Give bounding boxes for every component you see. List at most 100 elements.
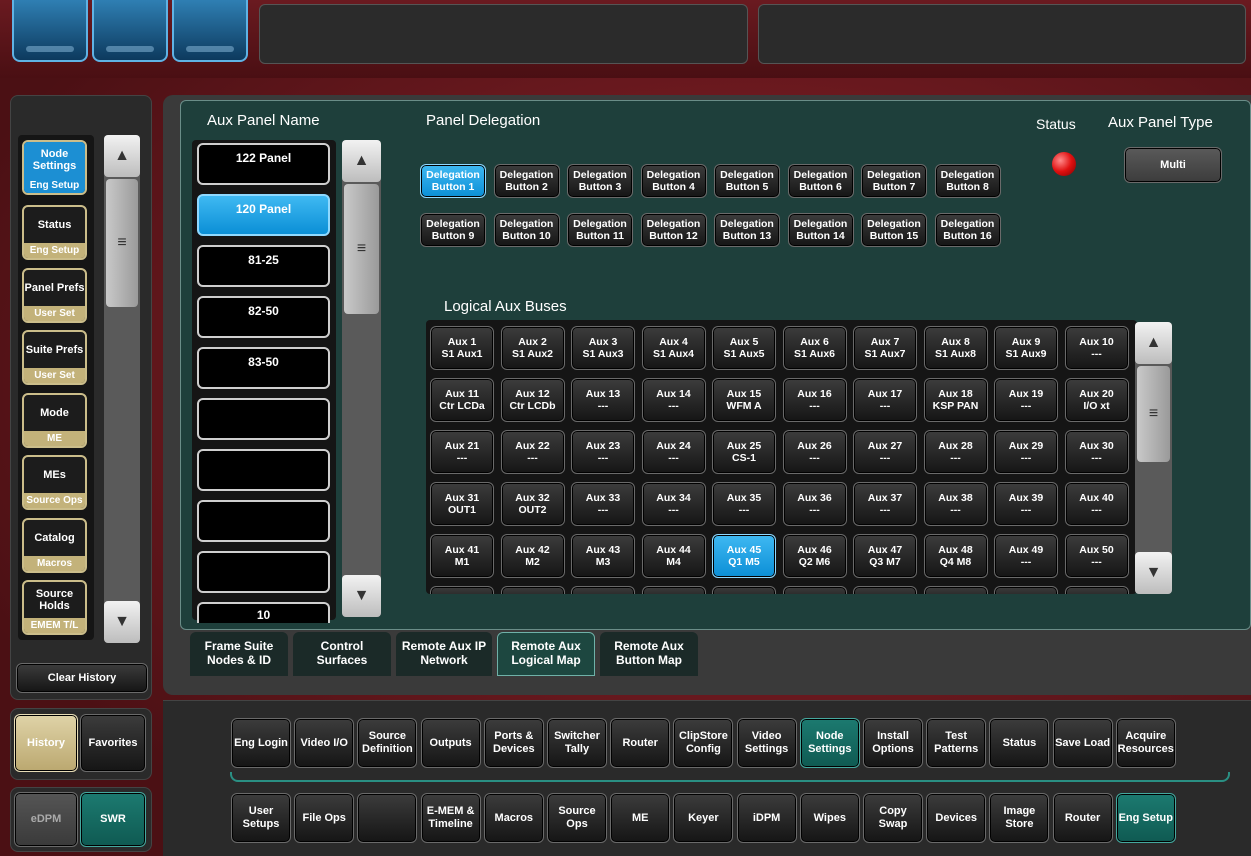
aux-bus-button[interactable]: Aux 37 ---	[853, 482, 917, 526]
delegation-button-2[interactable]: Delegation Button 2	[493, 164, 560, 198]
aux-bus-button[interactable]: Aux 41 M1	[430, 534, 494, 578]
aux-bus-button[interactable]: Aux 5 S1 Aux5	[712, 326, 776, 370]
aux-panel-name-item[interactable]: 81-25	[197, 245, 330, 287]
history-scrollbar[interactable]: ▲ ≡ ▼	[104, 135, 140, 643]
aux-bus-button[interactable]: Aux 28 ---	[923, 430, 988, 474]
menu-button-eng-setup[interactable]: Eng Setup	[1115, 793, 1176, 843]
aux-bus-button[interactable]: Aux 14 ---	[641, 378, 706, 422]
aux-bus-button-partial[interactable]	[853, 586, 917, 594]
aux-panel-name-item[interactable]: 82-50	[197, 296, 330, 338]
menu-button-empty[interactable]	[357, 793, 418, 843]
menu-button-source-ops[interactable]: Source Ops	[547, 793, 607, 843]
history-item-panel-prefs[interactable]: Panel Prefs User Set	[22, 268, 87, 323]
history-scroll-down-button[interactable]: ▼	[104, 601, 140, 643]
aux-bus-button-partial[interactable]	[641, 586, 706, 594]
aux-bus-button[interactable]: Aux 47 Q3 M7	[853, 534, 917, 578]
menu-button-clipstore-config[interactable]: ClipStore Config	[673, 718, 734, 768]
menu-button-video-i-o[interactable]: Video I/O	[294, 718, 355, 768]
top-shortcut-button-1[interactable]	[12, 0, 88, 62]
menu-button-video-settings[interactable]: Video Settings	[736, 718, 797, 768]
panel-scroll-up-button[interactable]: ▲	[342, 140, 381, 182]
aux-bus-button[interactable]: Aux 4 S1 Aux4	[641, 326, 706, 370]
aux-bus-button[interactable]: Aux 27 ---	[853, 430, 917, 474]
history-scroll-thumb[interactable]: ≡	[106, 179, 138, 307]
aux-bus-button[interactable]: Aux 2 S1 Aux2	[500, 326, 565, 370]
aux-bus-button[interactable]: Aux 40 ---	[1064, 482, 1129, 526]
aux-bus-button[interactable]: Aux 48 Q4 M8	[923, 534, 988, 578]
delegation-button-1[interactable]: Delegation Button 1	[420, 164, 486, 198]
history-item-status[interactable]: Status Eng Setup	[22, 205, 87, 260]
aux-bus-button[interactable]: Aux 34 ---	[641, 482, 706, 526]
delegation-button-16[interactable]: Delegation Button 16	[934, 213, 1001, 247]
delegation-button-10[interactable]: Delegation Button 10	[493, 213, 560, 247]
aux-bus-button[interactable]: Aux 21 ---	[430, 430, 494, 474]
aux-bus-button[interactable]: Aux 33 ---	[571, 482, 635, 526]
menu-button-me[interactable]: ME	[610, 793, 671, 843]
delegation-button-3[interactable]: Delegation Button 3	[567, 164, 633, 198]
delegation-button-6[interactable]: Delegation Button 6	[787, 164, 854, 198]
menu-button-keyer[interactable]: Keyer	[673, 793, 734, 843]
menu-button-switcher-tally[interactable]: Switcher Tally	[547, 718, 607, 768]
aux-bus-button[interactable]: Aux 36 ---	[782, 482, 847, 526]
aux-bus-button[interactable]: Aux 49 ---	[994, 534, 1058, 578]
delegation-button-15[interactable]: Delegation Button 15	[861, 213, 927, 247]
aux-bus-button[interactable]: Aux 46 Q2 M6	[782, 534, 847, 578]
delegation-button-13[interactable]: Delegation Button 13	[714, 213, 780, 247]
aux-bus-button[interactable]: Aux 42 M2	[500, 534, 565, 578]
history-item-catalog[interactable]: Catalog Macros	[22, 518, 87, 573]
aux-scroll-up-button[interactable]: ▲	[1135, 322, 1172, 364]
history-item-mode[interactable]: Mode ME	[22, 393, 87, 448]
menu-button-source-definition[interactable]: Source Definition	[357, 718, 418, 768]
aux-bus-button[interactable]: Aux 50 ---	[1064, 534, 1129, 578]
delegation-button-4[interactable]: Delegation Button 4	[640, 164, 707, 198]
aux-bus-button[interactable]: Aux 22 ---	[500, 430, 565, 474]
favorites-tab-button[interactable]: Favorites	[80, 714, 146, 772]
aux-bus-button[interactable]: Aux 16 ---	[782, 378, 847, 422]
aux-scroll-down-button[interactable]: ▼	[1135, 552, 1172, 594]
aux-bus-button[interactable]: Aux 13 ---	[571, 378, 635, 422]
aux-bus-button[interactable]: Aux 17 ---	[853, 378, 917, 422]
menu-button-e-mem-timeline[interactable]: E-MEM & Timeline	[420, 793, 481, 843]
clear-history-button[interactable]: Clear History	[16, 663, 148, 693]
aux-bus-button[interactable]: Aux 10 ---	[1064, 326, 1129, 370]
aux-bus-button[interactable]: Aux 35 ---	[712, 482, 776, 526]
aux-bus-button[interactable]: Aux 3 S1 Aux3	[571, 326, 635, 370]
menu-button-outputs[interactable]: Outputs	[420, 718, 481, 768]
aux-bus-button[interactable]: Aux 26 ---	[782, 430, 847, 474]
aux-bus-button[interactable]: Aux 8 S1 Aux8	[923, 326, 988, 370]
aux-scroll-thumb[interactable]: ≡	[1137, 366, 1170, 462]
aux-panel-name-item[interactable]	[197, 551, 330, 593]
history-tab-button[interactable]: History	[14, 714, 78, 772]
menu-button-idpm[interactable]: iDPM	[736, 793, 797, 843]
aux-panel-name-item[interactable]: 122 Panel	[197, 143, 330, 185]
aux-bus-button[interactable]: Aux 32 OUT2	[500, 482, 565, 526]
tab-frame-suite-nodes-id[interactable]: Frame Suite Nodes & ID	[190, 632, 288, 676]
aux-bus-button[interactable]: Aux 19 ---	[994, 378, 1058, 422]
aux-bus-button[interactable]: Aux 31 OUT1	[430, 482, 494, 526]
aux-bus-button[interactable]: Aux 1 S1 Aux1	[430, 326, 494, 370]
aux-bus-button[interactable]: Aux 11 Ctr LCDa	[430, 378, 494, 422]
menu-button-user-setups[interactable]: User Setups	[231, 793, 291, 843]
aux-bus-button[interactable]: Aux 25 CS-1	[712, 430, 776, 474]
history-item-node-settings[interactable]: Node Settings Eng Setup	[22, 140, 87, 195]
aux-panel-name-item[interactable]: 10	[197, 602, 330, 623]
menu-button-acquire-resources[interactable]: Acquire Resources	[1115, 718, 1176, 768]
aux-panel-name-item[interactable]: 83-50	[197, 347, 330, 389]
aux-panel-type-button[interactable]: Multi	[1124, 147, 1222, 183]
delegation-button-9[interactable]: Delegation Button 9	[420, 213, 486, 247]
aux-bus-scrollbar[interactable]: ▲ ≡ ▼	[1135, 322, 1172, 594]
aux-bus-button[interactable]: Aux 24 ---	[641, 430, 706, 474]
aux-bus-button[interactable]: Aux 44 M4	[641, 534, 706, 578]
menu-button-router[interactable]: Router	[610, 718, 671, 768]
history-scroll-up-button[interactable]: ▲	[104, 135, 140, 177]
swr-button[interactable]: SWR	[80, 792, 146, 847]
menu-button-install-options[interactable]: Install Options	[863, 718, 923, 768]
aux-bus-button[interactable]: Aux 29 ---	[994, 430, 1058, 474]
aux-panel-name-item[interactable]	[197, 449, 330, 491]
aux-bus-button-partial[interactable]	[571, 586, 635, 594]
aux-bus-button[interactable]: Aux 20 I/O xt	[1064, 378, 1129, 422]
history-item-mes[interactable]: MEs Source Ops	[22, 455, 87, 510]
menu-button-wipes[interactable]: Wipes	[799, 793, 860, 843]
aux-bus-button[interactable]: Aux 7 S1 Aux7	[853, 326, 917, 370]
aux-bus-button-partial[interactable]	[500, 586, 565, 594]
